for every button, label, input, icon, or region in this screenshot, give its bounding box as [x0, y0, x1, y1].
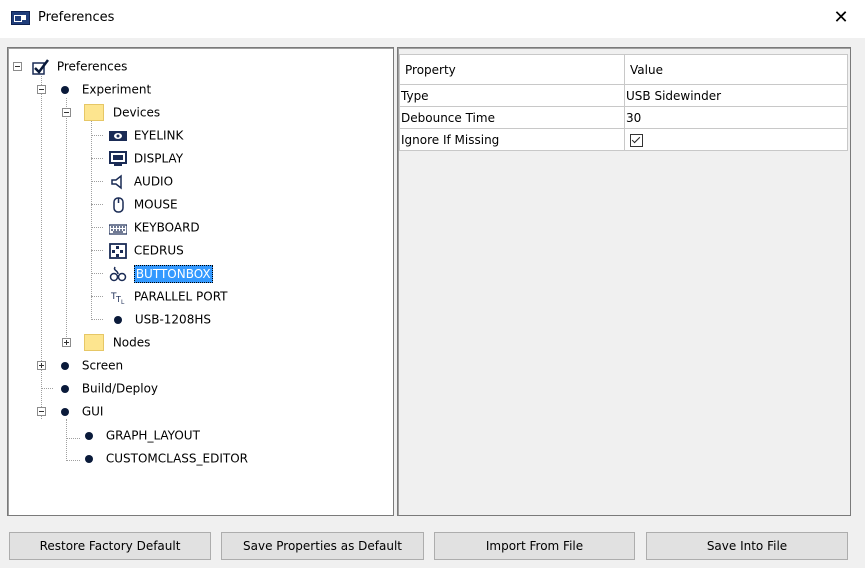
- node-dot-icon: [61, 407, 69, 416]
- tree-label: Nodes: [112, 335, 151, 350]
- tree-label: Screen: [81, 358, 124, 373]
- keypad-icon: [109, 242, 127, 259]
- property-name: Type: [399, 84, 625, 107]
- tree-node-audio[interactable]: AUDIO: [109, 171, 173, 191]
- checkbox-checked-icon: [32, 58, 50, 75]
- tree-label: EYELINK: [133, 128, 184, 143]
- eye-icon: [109, 128, 127, 144]
- collapse-icon[interactable]: [37, 85, 46, 94]
- tree-label: GUI: [81, 404, 104, 419]
- tree-node-keyboard[interactable]: KEYBOARD: [108, 217, 200, 237]
- tree-node-display[interactable]: DISPLAY: [109, 148, 183, 168]
- tree-label: CEDRUS: [133, 243, 184, 258]
- tree-label: AUDIO: [133, 174, 174, 189]
- column-header-property: Property: [399, 54, 625, 85]
- tree-label: GRAPH_LAYOUT: [105, 428, 200, 443]
- mouse-icon: [109, 196, 127, 213]
- window-title: Preferences: [38, 10, 115, 25]
- folder-icon: [84, 104, 104, 121]
- tree-label: MOUSE: [133, 197, 178, 212]
- tree-node-gui[interactable]: GUI: [37, 401, 103, 421]
- collapse-icon[interactable]: [13, 62, 22, 71]
- gamepad-icon: [109, 266, 127, 282]
- tree-node-devices[interactable]: Devices: [62, 102, 160, 122]
- table-row: Debounce Time 30: [399, 106, 848, 129]
- tree-label: PARALLEL PORT: [133, 289, 228, 304]
- tree-label: USB-1208HS: [134, 312, 211, 327]
- column-header-value: Value: [624, 54, 848, 85]
- expand-icon[interactable]: [62, 338, 71, 347]
- property-panel: Property Value Type USB Sidewinder Debou…: [397, 47, 851, 516]
- title-bar: Preferences ✕: [0, 0, 865, 38]
- node-dot-icon: [114, 315, 122, 324]
- preferences-tree[interactable]: Preferences Experiment Devices EYELINK D…: [7, 47, 394, 516]
- tree-label: CUSTOMCLASS_EDITOR: [105, 451, 248, 466]
- property-value[interactable]: USB Sidewinder: [624, 84, 848, 107]
- tree-label: Devices: [112, 105, 161, 120]
- tree-label: Preferences: [56, 59, 128, 74]
- tree-node-screen[interactable]: Screen: [37, 355, 123, 375]
- tree-node-usb-1208hs[interactable]: USB-1208HS: [114, 309, 211, 329]
- monitor-icon: [109, 150, 127, 167]
- table-row: Type USB Sidewinder: [399, 84, 848, 107]
- node-dot-icon: [61, 384, 69, 393]
- tree-label: DISPLAY: [133, 151, 184, 166]
- node-dot-icon: [61, 85, 69, 94]
- node-dot-icon: [85, 454, 93, 463]
- node-dot-icon: [61, 361, 69, 370]
- tree-line: [91, 121, 92, 320]
- tree-node-cedrus[interactable]: CEDRUS: [109, 240, 184, 260]
- app-icon: [11, 11, 30, 25]
- tree-line: [66, 98, 67, 345]
- tree-node-nodes[interactable]: Nodes: [62, 332, 150, 352]
- tree-node-experiment[interactable]: Experiment: [37, 79, 151, 99]
- collapse-icon[interactable]: [37, 407, 46, 416]
- property-name: Ignore If Missing: [399, 128, 625, 151]
- restore-factory-default-button[interactable]: Restore Factory Default: [9, 532, 211, 560]
- property-table: Property Value Type USB Sidewinder Debou…: [399, 54, 848, 151]
- property-value[interactable]: 30: [624, 106, 848, 129]
- tree-node-preferences[interactable]: Preferences: [13, 56, 127, 76]
- save-into-file-button[interactable]: Save Into File: [646, 532, 848, 560]
- node-dot-icon: [85, 431, 93, 440]
- tree-node-build-deploy[interactable]: Build/Deploy: [61, 378, 158, 398]
- property-value-cell: [624, 128, 848, 151]
- import-from-file-button[interactable]: Import From File: [434, 532, 635, 560]
- tree-node-graph-layout[interactable]: GRAPH_LAYOUT: [85, 425, 200, 445]
- tree-node-mouse[interactable]: MOUSE: [109, 194, 178, 214]
- property-name: Debounce Time: [399, 106, 625, 129]
- save-properties-as-default-button[interactable]: Save Properties as Default: [221, 532, 424, 560]
- tree-label: Build/Deploy: [81, 381, 159, 396]
- tree-node-customclass-editor[interactable]: CUSTOMCLASS_EDITOR: [85, 448, 248, 468]
- svg-text:L: L: [121, 299, 125, 305]
- tree-node-parallel-port[interactable]: TTL PARALLEL PORT: [109, 286, 228, 306]
- folder-icon: [84, 334, 104, 351]
- keyboard-icon: [108, 220, 128, 236]
- tree-label: Experiment: [81, 82, 152, 97]
- expand-icon[interactable]: [37, 361, 46, 370]
- close-icon[interactable]: ✕: [826, 5, 856, 31]
- table-row: Ignore If Missing: [399, 128, 848, 151]
- tree-node-eyelink[interactable]: EYELINK: [109, 125, 183, 145]
- tree-node-buttonbox[interactable]: BUTTONBOX: [109, 263, 213, 283]
- tree-label-selected: BUTTONBOX: [133, 264, 213, 283]
- collapse-icon[interactable]: [62, 108, 71, 117]
- ttl-icon: TTL: [109, 289, 127, 306]
- table-header: Property Value: [399, 54, 848, 85]
- speaker-icon: [109, 173, 127, 190]
- tree-line: [66, 419, 67, 461]
- tree-label: KEYBOARD: [133, 220, 200, 235]
- ignore-if-missing-checkbox[interactable]: [630, 133, 643, 147]
